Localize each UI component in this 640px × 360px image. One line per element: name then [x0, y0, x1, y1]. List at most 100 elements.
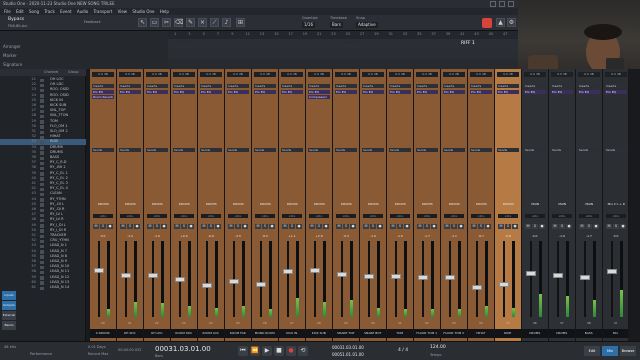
sends-slot[interactable]: Sends — [389, 148, 411, 152]
menu-audio[interactable]: Audio — [77, 9, 88, 14]
mute-button[interactable]: M — [228, 224, 234, 229]
output-route[interactable]: DRUMS — [442, 202, 467, 207]
plugin-slot[interactable]: Pro EQ — [146, 90, 168, 94]
inserts-slot[interactable]: Inserts — [578, 84, 600, 88]
fader-handle[interactable] — [256, 281, 266, 287]
channel-name[interactable]: FLOOR TOM 2 — [441, 329, 467, 338]
plugin-slot[interactable]: Pro EQ — [173, 90, 195, 94]
channel-name[interactable]: 0 DRUMS — [90, 329, 116, 338]
output-route[interactable]: DRUMS — [172, 202, 197, 207]
timeline-ruler[interactable]: 1 3 5 7 9 11 13 15 17 19 21 23 25 27 29 31 33 35 37 39 41 43 4… — [168, 31, 518, 39]
signature-track[interactable] — [168, 59, 518, 69]
channel-strip[interactable]: 0.0 dB Inserts Pro EQ Sends DRUMS <C> M S ● -6.8 3… — [495, 69, 522, 341]
plugin-slot[interactable]: Pro EQ — [551, 90, 573, 94]
channel-strip[interactable]: 0.0 dB Inserts Pro EQ Sends DRUMS <C> M S ● +0.4 2… — [171, 69, 198, 341]
pan-knob[interactable]: <C> — [255, 214, 275, 218]
pan-knob[interactable]: <C> — [417, 214, 437, 218]
channel-strip[interactable]: 0.0 dB Inserts Pro EQ Sends DRUMS <C> M S ● -6.6 2… — [198, 69, 225, 341]
channel-name[interactable]: ROOM SDC — [171, 329, 197, 338]
output-route[interactable]: DRUMS — [253, 202, 278, 207]
inserts-slot[interactable]: Inserts — [254, 84, 276, 88]
menu-studio-one[interactable]: Studio One — [132, 9, 154, 14]
fader-handle[interactable] — [175, 277, 185, 282]
section-song-1[interactable]: SONG 1 — [174, 40, 340, 48]
solo-button[interactable]: S — [154, 224, 160, 229]
channel-name[interactable]: DRUMS — [522, 329, 548, 338]
pan-knob[interactable]: <C> — [525, 214, 545, 218]
menu-edit[interactable]: Edit — [16, 9, 24, 14]
mute-button[interactable]: M — [525, 224, 531, 229]
sends-slot[interactable]: Sends — [227, 148, 249, 152]
channel-strip[interactable]: 0.0 dB Inserts Pro EQ Sends DRUMS <C> M S ● -8.7 3… — [468, 69, 495, 341]
pan-knob[interactable]: <C> — [228, 214, 248, 218]
sends-slot[interactable]: Sends — [551, 148, 573, 152]
input-select[interactable]: 0.0 dB — [578, 72, 600, 77]
mute-button[interactable]: M — [363, 224, 369, 229]
output-route[interactable]: DRUMS — [469, 202, 494, 207]
pan-knob[interactable]: <C> — [552, 214, 572, 218]
plugin-slot[interactable]: Pro EQ — [308, 90, 330, 94]
mute-button[interactable]: M — [255, 224, 261, 229]
input-select[interactable]: 0.0 dB — [524, 72, 546, 77]
inserts-slot[interactable]: Inserts — [92, 84, 114, 88]
sends-slot[interactable]: Sends — [281, 148, 303, 152]
input-select[interactable]: 0.0 dB — [416, 72, 438, 77]
channel-strip[interactable]: 0.0 dB Inserts Pro EQ Sends DRUMS <C> M S ● +1.1 2… — [279, 69, 306, 341]
mute-button[interactable]: M — [417, 224, 423, 229]
listen-tool-icon[interactable]: ♪ — [222, 18, 231, 27]
fader-handle[interactable] — [553, 273, 563, 279]
record-arm-button[interactable]: ● — [161, 224, 167, 229]
mute-button[interactable]: M — [390, 224, 396, 229]
input-select[interactable]: 0.0 dB — [335, 72, 357, 77]
record-arm-button[interactable]: ● — [296, 224, 302, 229]
channel-strip[interactable]: 0.0 dB Inserts Pro EQ Sends MAIN <C> M S ● 0.0 36 D… — [522, 69, 549, 341]
output-route[interactable]: MAIN — [523, 202, 548, 207]
channel-strip[interactable]: 0.0 dB Inserts Pro EQ Sends DRUMS <C> M S ● -1.0 2… — [144, 69, 171, 341]
record-arm-button[interactable]: ● — [215, 224, 221, 229]
snap-select[interactable]: Adaptive — [356, 22, 378, 28]
section-song-2[interactable]: SONG 2 — [340, 40, 458, 48]
input-select[interactable]: 0.0 dB — [470, 72, 492, 77]
record-arm-button[interactable]: ● — [323, 224, 329, 229]
solo-button[interactable]: S — [586, 224, 592, 229]
output-route[interactable]: MAIN — [577, 202, 602, 207]
record-arm-button[interactable]: ● — [431, 224, 437, 229]
bend-tool-icon[interactable]: ⟋ — [210, 18, 219, 27]
channel-name[interactable]: KICK IN — [279, 329, 305, 338]
input-select[interactable]: 0.0 dB — [119, 72, 141, 77]
plugin-slot[interactable]: Pro EQ — [92, 90, 114, 94]
input-select[interactable]: 0.0 dB — [443, 72, 465, 77]
channel-name[interactable]: BASS — [576, 329, 602, 338]
solo-button[interactable]: S — [532, 224, 538, 229]
record-arm-button[interactable]: ● — [485, 224, 491, 229]
menu-transport[interactable]: Transport — [94, 9, 113, 14]
sends-slot[interactable]: Sends — [146, 148, 168, 152]
fader-handle[interactable] — [499, 282, 509, 288]
pan-knob[interactable]: <C> — [579, 214, 599, 218]
fader-handle[interactable] — [418, 275, 428, 281]
menu-track[interactable]: Track — [44, 9, 54, 14]
channel-name[interactable]: SNARE TOP — [333, 329, 359, 338]
channel-strip[interactable]: 0.0 dB Inserts Pro EQ Sends DRUMS <C> M S ● -1.0 3… — [360, 69, 387, 341]
channel-strip[interactable]: 0.0 dB Inserts Pro EQ Sends DRUMS <C> M S ● -3.5 2… — [225, 69, 252, 341]
menu-view[interactable]: View — [118, 9, 128, 14]
input-select[interactable]: 0.0 dB — [389, 72, 411, 77]
record-arm-button[interactable]: ● — [404, 224, 410, 229]
tab-outputs[interactable]: Outputs — [2, 301, 16, 310]
tab-banks[interactable]: Banks — [2, 321, 16, 330]
loop-end[interactable]: 00051.01.01.00 — [332, 352, 364, 357]
solo-button[interactable]: S — [289, 224, 295, 229]
record-arm-button[interactable]: ● — [350, 224, 356, 229]
output-route[interactable]: DRUMS — [91, 202, 116, 207]
channel-name[interactable]: Mix — [603, 329, 628, 338]
channel-strip[interactable]: 0.0 dB Inserts Pro EQ Sends DRUMS <C> M S ● -1.0 2… — [117, 69, 144, 341]
channel-strip[interactable]: 0.0 dB Inserts Pro EQ Sends DRUMS <C> M S ● -1.0 3… — [387, 69, 414, 341]
tab-external[interactable]: External — [2, 311, 16, 320]
inserts-slot[interactable]: Inserts — [497, 84, 519, 88]
mute-button[interactable]: M — [282, 224, 288, 229]
maximize-button[interactable] — [499, 1, 505, 7]
sends-slot[interactable]: Sends — [605, 148, 627, 152]
plugin-slot[interactable]: Compressor — [308, 95, 330, 99]
mute-button[interactable]: M — [309, 224, 315, 229]
sends-slot[interactable]: Sends — [497, 148, 519, 152]
